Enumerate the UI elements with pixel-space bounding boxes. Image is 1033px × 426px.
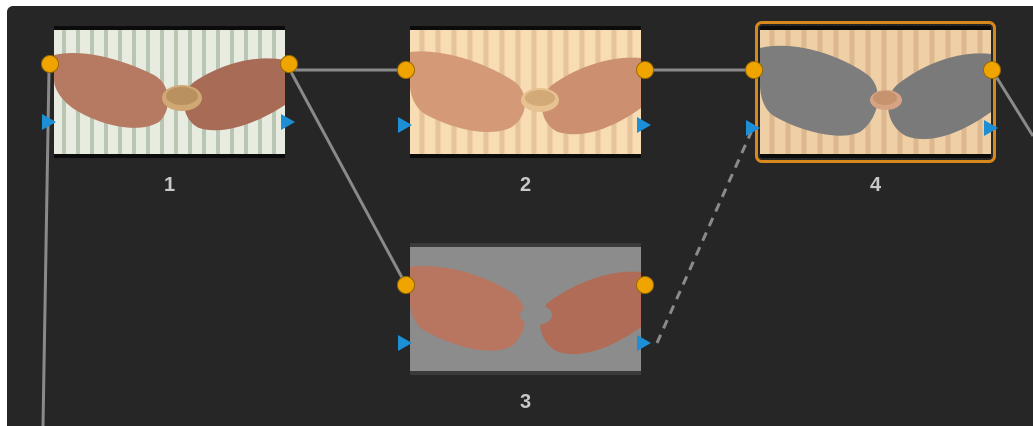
node-label: 2 (519, 174, 532, 196)
wire-1-to-3[interactable] (288, 69, 408, 286)
node-2-rgb-output-port[interactable] (636, 61, 654, 79)
node-3-key-input-port[interactable] (398, 335, 412, 351)
node-1-key-input-port[interactable] (42, 114, 56, 130)
node-4[interactable]: 4 (745, 21, 1001, 196)
wire-4-output[interactable] (990, 69, 1033, 137)
node-label: 3 (519, 391, 532, 413)
node-thumbnail (410, 243, 641, 375)
node-1-key-output-port[interactable] (281, 114, 295, 130)
node-4-key-input-port[interactable] (746, 120, 760, 136)
node-1-rgb-input-port[interactable] (41, 55, 59, 73)
node-thumbnail (755, 21, 996, 163)
node-3-rgb-output-port[interactable] (636, 276, 654, 294)
node-3[interactable]: 3 (397, 243, 654, 413)
node-1[interactable]: 1 (41, 26, 298, 196)
node-3-rgb-input-port[interactable] (397, 276, 415, 294)
node-thumbnail (410, 26, 641, 158)
node-graph[interactable]: 1 2 3 4 (7, 6, 1033, 426)
node-2-key-output-port[interactable] (637, 117, 651, 133)
node-2[interactable]: 2 (397, 26, 654, 196)
node-label: 1 (163, 174, 176, 196)
node-label: 4 (869, 174, 882, 196)
node-2-rgb-input-port[interactable] (397, 61, 415, 79)
node-2-key-input-port[interactable] (398, 117, 412, 133)
node-1-rgb-output-port[interactable] (280, 55, 298, 73)
node-thumbnail (54, 26, 285, 158)
node-3-key-output-port[interactable] (637, 335, 651, 351)
node-4-rgb-output-port[interactable] (983, 61, 1001, 79)
wire-3-key-to-4[interactable] (655, 127, 755, 344)
node-4-rgb-input-port[interactable] (745, 61, 763, 79)
node-4-key-output-port[interactable] (984, 120, 998, 136)
